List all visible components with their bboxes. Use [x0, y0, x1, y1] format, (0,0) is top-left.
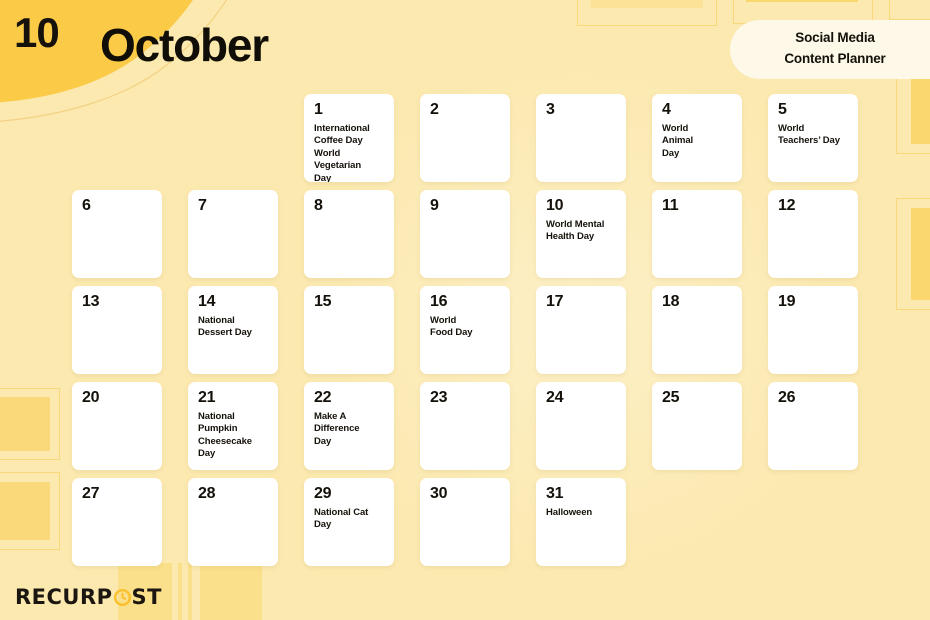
calendar-day-cell[interactable]: 30	[420, 478, 510, 566]
day-number: 29	[314, 485, 332, 502]
status-badge: Social Media Content Planner	[730, 20, 930, 79]
day-number: 30	[430, 485, 448, 502]
calendar-day-cell[interactable]: 4 World Animal Day	[652, 94, 742, 182]
calendar-empty-slot	[72, 94, 162, 182]
day-event-label: World Teachers’ Day	[778, 122, 840, 147]
calendar-day-cell[interactable]: 2	[420, 94, 510, 182]
calendar-day-cell[interactable]: 6	[72, 190, 162, 278]
calendar-day-cell[interactable]: 29 National Cat Day	[304, 478, 394, 566]
day-number: 23	[430, 389, 448, 406]
day-event-label: Halloween	[546, 506, 593, 518]
day-event-label: National Pumpkin Cheesecake Day	[198, 410, 252, 460]
day-event-label: International Coffee Day World Vegetaria…	[314, 122, 370, 182]
day-number: 22	[314, 389, 332, 406]
deco-frame-5	[896, 198, 930, 310]
calendar-day-cell[interactable]: 12	[768, 190, 858, 278]
deco-fill-7	[0, 482, 50, 540]
day-number: 4	[662, 101, 671, 118]
calendar-day-cell[interactable]: 9	[420, 190, 510, 278]
day-number: 18	[662, 293, 680, 310]
deco-fill-5	[911, 208, 930, 300]
page-title: October	[100, 19, 269, 71]
day-number: 13	[82, 293, 100, 310]
day-number: 14	[198, 293, 216, 310]
day-number: 17	[546, 293, 564, 310]
day-number: 9	[430, 197, 439, 214]
deco-stripe-3	[188, 563, 192, 620]
deco-frame-7	[0, 472, 60, 550]
day-number: 1	[314, 101, 323, 118]
day-number: 12	[778, 197, 796, 214]
deco-stripe-2	[178, 563, 182, 620]
calendar-day-cell[interactable]: 8	[304, 190, 394, 278]
day-number: 10	[546, 197, 564, 214]
calendar-day-cell[interactable]: 11	[652, 190, 742, 278]
day-number: 16	[430, 293, 448, 310]
day-number: 28	[198, 485, 216, 502]
calendar-day-cell[interactable]: 25	[652, 382, 742, 470]
calendar-day-cell[interactable]: 16 World Food Day	[420, 286, 510, 374]
month-number: 10	[14, 9, 60, 56]
day-number: 3	[546, 101, 555, 118]
calendar-day-cell[interactable]: 22 Make A Difference Day	[304, 382, 394, 470]
calendar-day-cell[interactable]: 18	[652, 286, 742, 374]
day-number: 21	[198, 389, 216, 406]
calendar-day-cell[interactable]: 24	[536, 382, 626, 470]
calendar-day-cell[interactable]: 13	[72, 286, 162, 374]
day-number: 19	[778, 293, 796, 310]
day-number: 7	[198, 197, 207, 214]
calendar-grid: 1 International Coffee Day World Vegetari…	[72, 94, 872, 566]
day-event-label: National Dessert Day	[198, 314, 252, 339]
day-event-label: World Mental Health Day	[546, 218, 605, 243]
calendar-day-cell[interactable]: 21 National Pumpkin Cheesecake Day	[188, 382, 278, 470]
day-number: 11	[662, 197, 679, 214]
day-number: 15	[314, 293, 332, 310]
day-event-label: Make A Difference Day	[314, 410, 360, 447]
calendar-page: 10 October Social Media Content Planner …	[0, 0, 930, 620]
day-event-label: National Cat Day	[314, 506, 369, 531]
day-event-label: World Food Day	[430, 314, 473, 339]
day-number: 5	[778, 101, 787, 118]
calendar-day-cell[interactable]: 28	[188, 478, 278, 566]
day-event-label: World Animal Day	[662, 122, 694, 159]
deco-stripe-4	[200, 563, 262, 620]
calendar-day-cell[interactable]: 1 International Coffee Day World Vegetari…	[304, 94, 394, 182]
calendar-day-cell[interactable]: 31 Halloween	[536, 478, 626, 566]
calendar-day-cell[interactable]: 23	[420, 382, 510, 470]
calendar-day-cell[interactable]: 10 World Mental Health Day	[536, 190, 626, 278]
page-header: 10 October Social Media Content Planner	[0, 0, 930, 95]
calendar-day-cell[interactable]: 5 World Teachers’ Day	[768, 94, 858, 182]
calendar-day-cell[interactable]: 27	[72, 478, 162, 566]
day-number: 8	[314, 197, 323, 214]
calendar-day-cell[interactable]: 19	[768, 286, 858, 374]
logo-text-after: ST	[131, 584, 162, 609]
day-number: 25	[662, 389, 680, 406]
calendar-day-cell[interactable]: 3	[536, 94, 626, 182]
calendar-day-cell[interactable]: 14 National Dessert Day	[188, 286, 278, 374]
logo-text-before: RECURP	[15, 584, 113, 609]
badge-line-1: Social Media	[795, 30, 875, 45]
deco-frame-6	[0, 388, 60, 460]
calendar-day-cell[interactable]: 26	[768, 382, 858, 470]
day-number: 2	[430, 101, 439, 118]
calendar-day-cell[interactable]: 20	[72, 382, 162, 470]
day-number: 31	[546, 485, 564, 502]
badge-line-2: Content Planner	[784, 50, 886, 66]
deco-fill-6	[0, 397, 50, 451]
day-number: 24	[546, 389, 564, 406]
calendar-day-cell[interactable]: 7	[188, 190, 278, 278]
day-number: 27	[82, 485, 100, 502]
day-number: 20	[82, 389, 100, 406]
clock-icon	[113, 588, 131, 606]
calendar-day-cell[interactable]: 17	[536, 286, 626, 374]
day-number: 6	[82, 197, 91, 214]
day-number: 26	[778, 389, 796, 406]
calendar-empty-slot	[188, 94, 278, 182]
calendar-day-cell[interactable]: 15	[304, 286, 394, 374]
recurpost-logo: RECURP ST	[15, 586, 162, 608]
